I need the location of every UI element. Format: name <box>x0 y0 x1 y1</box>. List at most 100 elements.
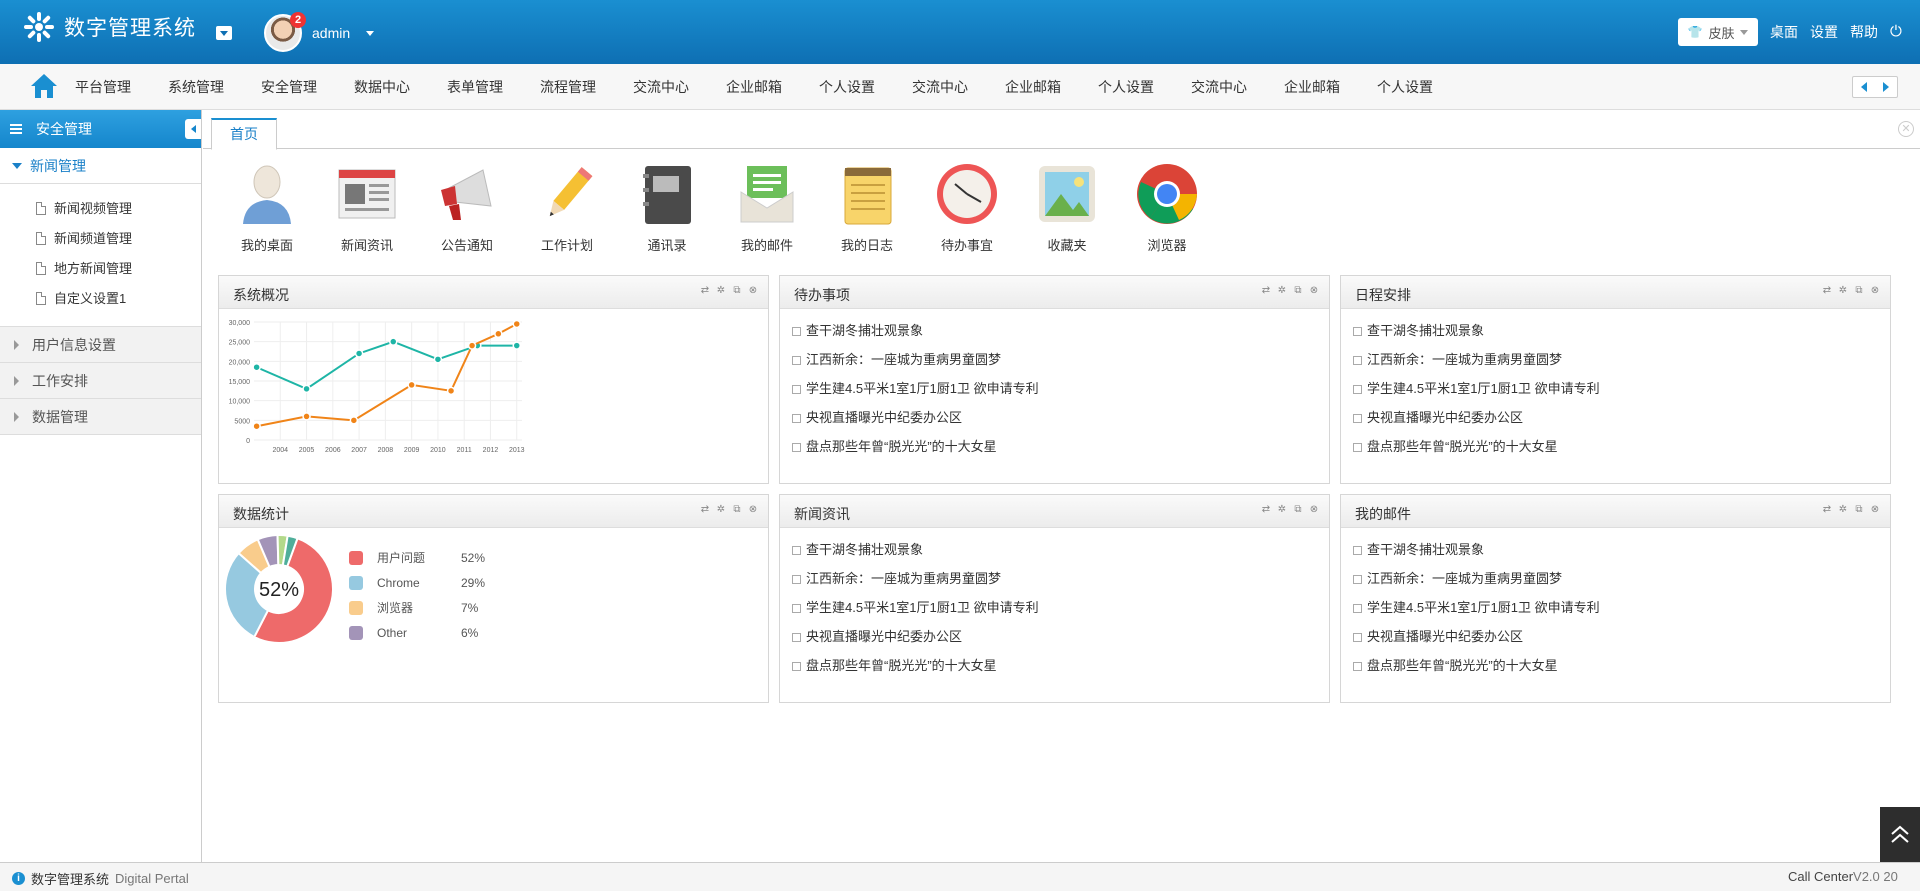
nav-item[interactable]: 个人设置 <box>1377 64 1470 110</box>
list-item[interactable]: 学生建4.5平米1室1厅1厨1卫 欲申请专利 <box>792 598 1329 627</box>
sidebar-item[interactable]: 新闻频道管理 <box>0 224 201 254</box>
expand-icon[interactable]: ⧉ <box>732 286 742 296</box>
refresh-icon[interactable]: ⇄ <box>700 286 710 296</box>
expand-icon[interactable]: ⧉ <box>1293 286 1303 296</box>
refresh-icon[interactable]: ⇄ <box>1261 286 1271 296</box>
nav-item[interactable]: 企业邮箱 <box>1005 64 1098 110</box>
shortcut-todo[interactable]: 待办事宜 <box>917 162 1017 254</box>
gear-icon[interactable]: ✲ <box>716 286 726 296</box>
document-icon <box>36 202 46 215</box>
expand-icon[interactable]: ⧉ <box>1293 505 1303 515</box>
close-icon[interactable]: ⊗ <box>1309 505 1319 515</box>
shortcut-my-mail[interactable]: 我的邮件 <box>717 162 817 254</box>
list-item[interactable]: 查干湖冬捕壮观景象 <box>792 540 1329 569</box>
shortcut-favorites[interactable]: 收藏夹 <box>1017 162 1117 254</box>
list-item[interactable]: 盘点那些年曾“脱光光”的十大女星 <box>1353 656 1890 685</box>
footer-brand: i 数字管理系统 Digital Pertal <box>12 869 189 888</box>
gear-icon[interactable]: ✲ <box>716 505 726 515</box>
nav-item[interactable]: 流程管理 <box>540 64 633 110</box>
list-item[interactable]: 央视直播曝光中纪委办公区 <box>792 408 1329 437</box>
list-item[interactable]: 江西新余：一座城为重病男童圆梦 <box>1353 569 1890 598</box>
sidebar-group[interactable]: 工作安排 <box>0 363 201 399</box>
close-icon[interactable]: ⊗ <box>1870 505 1880 515</box>
data-point <box>302 384 311 394</box>
nav-item[interactable]: 平台管理 <box>75 64 168 110</box>
shortcut-news[interactable]: 新闻资讯 <box>317 162 417 254</box>
power-icon[interactable]: ⏻ <box>1890 24 1906 40</box>
expand-icon[interactable]: ⧉ <box>1854 286 1864 296</box>
shortcut-notice[interactable]: 公告通知 <box>417 162 517 254</box>
tab-home[interactable]: 首页 <box>211 118 277 150</box>
sidebar-group[interactable]: 用户信息设置 <box>0 327 201 363</box>
list-item[interactable]: 盘点那些年曾“脱光光”的十大女星 <box>792 656 1329 685</box>
list-item[interactable]: 盘点那些年曾“脱光光”的十大女星 <box>792 437 1329 466</box>
list-item[interactable]: 查干湖冬捕壮观景象 <box>1353 540 1890 569</box>
help-link[interactable]: 帮助 <box>1850 22 1878 42</box>
gear-icon[interactable]: ✲ <box>1277 505 1287 515</box>
nav-item[interactable]: 数据中心 <box>354 64 447 110</box>
user-menu[interactable]: 2 admin <box>264 12 375 52</box>
shortcut-my-desktop[interactable]: 我的桌面 <box>217 162 317 254</box>
list-item[interactable]: 央视直播曝光中纪委办公区 <box>1353 627 1890 656</box>
nav-item[interactable]: 交流中心 <box>1191 64 1284 110</box>
list-item[interactable]: 央视直播曝光中纪委办公区 <box>792 627 1329 656</box>
nav-item[interactable]: 企业邮箱 <box>726 64 819 110</box>
nav-item[interactable]: 交流中心 <box>633 64 726 110</box>
sidebar: 安全管理 新闻管理 新闻视频管理 新闻频道管理 地方新闻管理 自定义设置1 用户… <box>0 110 202 862</box>
chevron-right-icon[interactable] <box>1883 82 1889 92</box>
shortcut-my-log[interactable]: 我的日志 <box>817 162 917 254</box>
shortcut-work-plan[interactable]: 工作计划 <box>517 162 617 254</box>
close-icon[interactable]: ⊗ <box>1309 286 1319 296</box>
username[interactable]: admin <box>312 25 350 41</box>
gear-icon[interactable]: ✲ <box>1838 286 1848 296</box>
chevron-down-icon[interactable] <box>366 30 375 36</box>
list-item[interactable]: 江西新余：一座城为重病男童圆梦 <box>792 350 1329 379</box>
chevron-left-icon[interactable] <box>1861 82 1867 92</box>
list-item[interactable]: 学生建4.5平米1室1厅1厨1卫 欲申请专利 <box>792 379 1329 408</box>
sidebar-collapse-button[interactable] <box>185 119 201 139</box>
gear-icon[interactable]: ✲ <box>1277 286 1287 296</box>
expand-icon[interactable]: ⧉ <box>732 505 742 515</box>
list-item[interactable]: 查干湖冬捕壮观景象 <box>1353 321 1890 350</box>
skin-button[interactable]: 👕 皮肤 <box>1678 18 1758 46</box>
list-item[interactable]: 央视直播曝光中纪委办公区 <box>1353 408 1890 437</box>
refresh-icon[interactable]: ⇄ <box>700 505 710 515</box>
nav-item[interactable]: 表单管理 <box>447 64 540 110</box>
nav-item[interactable]: 交流中心 <box>912 64 1005 110</box>
list-item[interactable]: 江西新余：一座城为重病男童圆梦 <box>1353 350 1890 379</box>
desktop-link[interactable]: 桌面 <box>1770 22 1798 42</box>
close-icon[interactable]: ⊗ <box>748 505 758 515</box>
close-icon[interactable]: ✕ <box>1898 121 1914 137</box>
nav-item[interactable]: 系统管理 <box>168 64 261 110</box>
sidebar-item[interactable]: 地方新闻管理 <box>0 254 201 284</box>
sidebar-item[interactable]: 新闻视频管理 <box>0 194 201 224</box>
shortcut-contacts[interactable]: 通讯录 <box>617 162 717 254</box>
refresh-icon[interactable]: ⇄ <box>1822 286 1832 296</box>
settings-link[interactable]: 设置 <box>1810 22 1838 42</box>
avatar[interactable]: 2 <box>264 12 306 52</box>
expand-icon[interactable]: ⧉ <box>1854 505 1864 515</box>
list-item[interactable]: 学生建4.5平米1室1厅1厨1卫 欲申请专利 <box>1353 379 1890 408</box>
shortcut-browser[interactable]: 浏览器 <box>1117 162 1217 254</box>
app-menu-toggle[interactable] <box>216 26 232 40</box>
logo[interactable]: 数字管理系统 <box>22 10 196 44</box>
nav-item[interactable]: 企业邮箱 <box>1284 64 1377 110</box>
sidebar-group-news[interactable]: 新闻管理 <box>0 148 201 184</box>
gear-icon[interactable]: ✲ <box>1838 505 1848 515</box>
close-icon[interactable]: ⊗ <box>748 286 758 296</box>
list-item[interactable]: 江西新余：一座城为重病男童圆梦 <box>792 569 1329 598</box>
list-item[interactable]: 盘点那些年曾“脱光光”的十大女星 <box>1353 437 1890 466</box>
sidebar-item[interactable]: 自定义设置1 <box>0 284 201 314</box>
notification-badge[interactable]: 2 <box>290 12 306 28</box>
home-icon[interactable] <box>30 72 58 100</box>
list-item[interactable]: 学生建4.5平米1室1厅1厨1卫 欲申请专利 <box>1353 598 1890 627</box>
list-item[interactable]: 查干湖冬捕壮观景象 <box>792 321 1329 350</box>
refresh-icon[interactable]: ⇄ <box>1261 505 1271 515</box>
nav-item[interactable]: 个人设置 <box>819 64 912 110</box>
close-icon[interactable]: ⊗ <box>1870 286 1880 296</box>
sidebar-group[interactable]: 数据管理 <box>0 399 201 435</box>
nav-item[interactable]: 个人设置 <box>1098 64 1191 110</box>
refresh-icon[interactable]: ⇄ <box>1822 505 1832 515</box>
back-to-top-button[interactable] <box>1880 807 1920 862</box>
nav-item[interactable]: 安全管理 <box>261 64 354 110</box>
